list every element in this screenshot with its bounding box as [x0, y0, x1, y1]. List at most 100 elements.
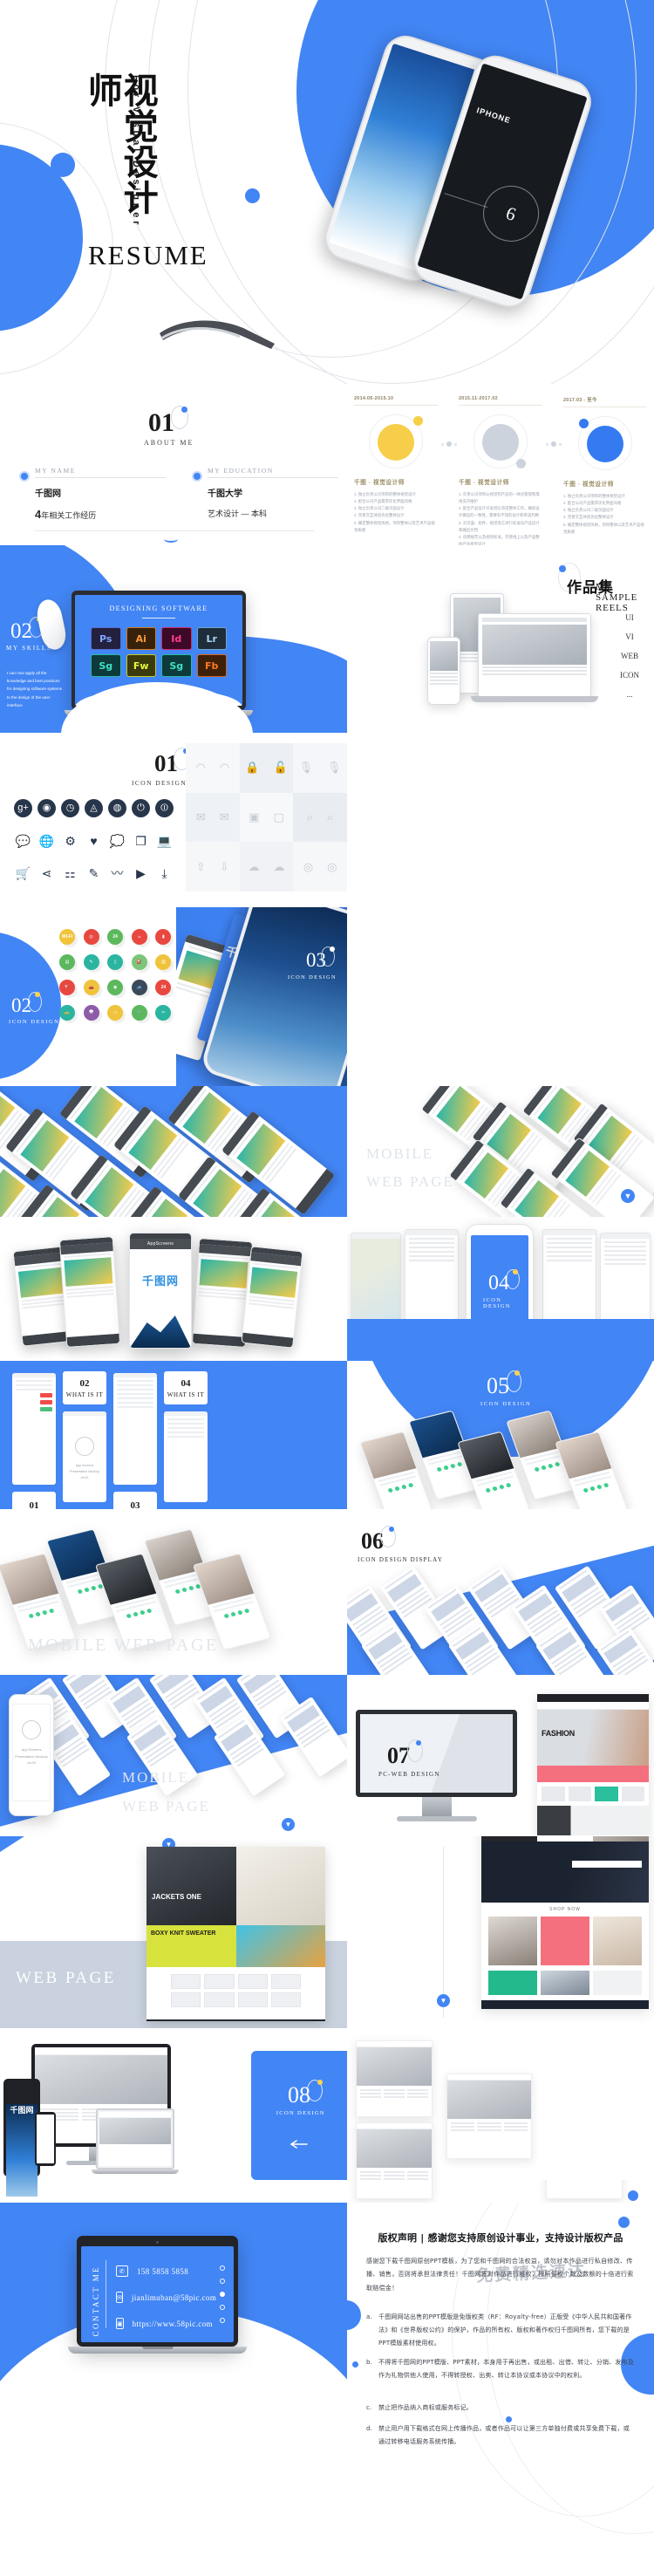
cloud-upload-icon: ☁	[248, 859, 260, 873]
taxi-icon: 🚕	[59, 1005, 75, 1021]
icon-cell: ☁ ☁	[239, 842, 294, 892]
website-thumb	[356, 2122, 433, 2199]
contact-item[interactable]: ✆ 158 5858 5858	[116, 2265, 204, 2277]
aperture-icon: ◬	[85, 799, 103, 817]
timeline-line: 2. 配合公司产品需求优化界面风格	[563, 501, 622, 506]
slide-web-page: WEB PAGE ▼ JACKETS ONE BOXY KNIT SWEATER	[0, 1836, 347, 2028]
timeline-entry: 2017.03 - 至今 千图 · 视觉设计师 1. 独立负责公司项目的整体视觉…	[563, 396, 647, 536]
slide-right-website: ▼ MIDI DRESS SHOP NOW GET OUR SPECIAL DI…	[347, 1836, 654, 2028]
slide-06-icon-display: 06 ICON DESIGN DISPLAY	[347, 1509, 654, 1675]
slide-contact-me: CONTACT ME ✆ 158 5858 5858 ✉ jianlimuban@58…	[0, 2203, 347, 2390]
stopwatch-icon: ◷	[61, 799, 79, 817]
label-line-1: MOBILE	[122, 1769, 190, 1787]
share-icon: ⋖	[41, 865, 52, 880]
app-icon-sg: Sg	[161, 654, 192, 677]
slide-number: 05	[487, 1373, 509, 1398]
timeline-title: 千图 · 视觉设计师	[459, 480, 510, 486]
timeline-date: 2015.11-2017.02	[459, 396, 542, 406]
reel-tag: WEB	[621, 652, 638, 661]
divider	[35, 530, 314, 531]
decor-dot	[245, 188, 260, 203]
about-number: 01	[148, 408, 174, 437]
sunglasses-illustration	[160, 320, 275, 349]
timeline-line: 2. 配合公司产品需求优化界面风格	[354, 499, 412, 504]
decor-dot	[51, 153, 75, 177]
phone-version: v4.00	[27, 1760, 36, 1766]
mobile-web-label: MOBILE WEB PAGE	[28, 1636, 219, 1655]
phone-caption: App Screens Presentation Mockup v4.00	[13, 1746, 50, 1766]
pagination-dot[interactable]	[220, 2292, 225, 2297]
item-text: 千图网网站出售的PPT模版是免版权类（RF：Royalty-free）正版受《中…	[378, 2313, 632, 2347]
user-list-icon: ◠	[219, 761, 230, 775]
field-value: 千图网	[35, 489, 61, 499]
icon-cell: ⇧ ⇩	[186, 842, 240, 892]
web-page-label: WEB PAGE	[16, 1969, 116, 1987]
download-icon: ⤓	[161, 865, 167, 880]
adobe-app-grid: Ps Ai Id Lr Sg Fw Sg Fb	[75, 618, 242, 677]
about-field-name: MY NAME 千图网 4年相关工作经历	[19, 467, 166, 521]
grey-icon-grid: ◠ ◠ 🔒 🔓 🎙 🎙 ✉ ✉ ▣ ▢ ⌕ ⌕ ⇧ ⇩ ☁ ☁ ◎ ◎	[186, 743, 347, 892]
comment-add-icon: ▣	[249, 810, 260, 823]
chevron-down-icon[interactable]: ▼	[621, 1189, 635, 1203]
gear-icon: ⚙	[65, 833, 76, 848]
what-is-it-card: 01 WHAT IS IT	[12, 1492, 56, 1509]
card-title: WHAT IS IT	[167, 1390, 205, 1398]
decor-dot	[181, 407, 187, 413]
laptop-icon: 💻	[156, 833, 173, 848]
contact-text: 158 5858 5858	[137, 2266, 189, 2276]
24-badge-icon: 24	[155, 980, 172, 995]
phone-icon: ✆	[116, 2265, 128, 2277]
pagination-dots[interactable]	[220, 2265, 225, 2331]
phone-number: 6	[475, 178, 547, 249]
slide-my-skills: 02 MY SKILLS I can now apply all the kno…	[0, 545, 347, 733]
chat-bubble-icon: 💬	[15, 833, 31, 848]
decor-dot	[559, 565, 566, 572]
decor-dot	[513, 1269, 518, 1274]
unlock-icon: 🔓	[273, 761, 288, 775]
item-key: d.	[366, 2425, 373, 2432]
midi-dress-website-mockup: MIDI DRESS SHOP NOW GET OUR SPECIAL DISC…	[481, 1836, 649, 2009]
arrow-left-icon	[290, 2140, 308, 2149]
slide-mobile-web-page-3: App Screens Presentation Mockup v4.00 MO…	[0, 1675, 347, 1836]
user-outline-icon: ◠	[195, 761, 206, 775]
mobile-web-label: MOBILE WEB PAGE	[366, 1140, 454, 1197]
contact-item[interactable]: ✉ jianlimuban@58pic.com	[116, 2292, 216, 2303]
app-icon-ps: Ps	[91, 627, 121, 650]
pagination-dot[interactable]	[220, 2265, 225, 2271]
pagination-dot[interactable]	[220, 2318, 225, 2323]
video-icon: ▶	[136, 865, 146, 880]
chevron-down-icon[interactable]: ▼	[282, 1818, 295, 1831]
site-headline: FASHION	[542, 1729, 575, 1738]
divider	[443, 1847, 444, 2018]
field-detail-text: 年相关工作经历	[41, 511, 97, 520]
phone-rule	[444, 193, 488, 208]
phone-mockup	[241, 1246, 303, 1349]
slide-07-pc-web-design: 07 PC-WEB DESIGN FASHION	[347, 1675, 654, 1836]
ios-weather-screen	[12, 1373, 56, 1485]
timeline-separator	[546, 441, 562, 447]
timeline-line: 5. 确定整体视觉风格，项目整体以及艺术产品视觉质感	[563, 522, 644, 534]
chevron-down-icon[interactable]: ▼	[437, 1994, 450, 2007]
mail-at-icon: ✉	[219, 810, 229, 823]
pagination-dot[interactable]	[220, 2279, 225, 2284]
macbook-mockup: CONTACT ME ✆ 158 5858 5858 ✉ jianlimuban@58…	[68, 2236, 247, 2354]
decor-dot	[389, 1527, 394, 1532]
tire-icon: ◉	[107, 980, 124, 995]
card-icon: ▤	[59, 954, 75, 970]
app-icon-fb: Fb	[196, 654, 227, 677]
timeline-lines: 1. 独立负责公司项目的整体视觉设计 2. 配合公司产品需求优化界面风格 3. …	[563, 493, 647, 536]
contact-item[interactable]: ▣ https://www.58pic.com	[116, 2318, 213, 2329]
icon-cell: ▣ ▢	[239, 792, 294, 843]
cover-title-cn: 视觉设计师	[81, 72, 158, 215]
user-icon: ◍	[108, 799, 126, 817]
decor-dot	[330, 946, 335, 952]
decor-dot	[506, 2416, 512, 2422]
item-key: c.	[366, 2404, 372, 2411]
pagination-dot[interactable]	[220, 2305, 225, 2310]
timeline-line: 1. 独立负责公司项目的整体视觉设计	[563, 494, 625, 498]
item-text: 不得将千图网的PPT模版、PPT素材，本身用于再出售，或出租、出借、转让、分销、…	[378, 2359, 635, 2380]
cloud-download-icon: ☁	[273, 859, 285, 873]
ios-mockup-screen: App Screens Presentation Mockup v4.00	[63, 1411, 106, 1502]
mic-off-icon: 🎙	[327, 761, 342, 775]
label-line-2: WEB PAGE	[366, 1173, 454, 1191]
